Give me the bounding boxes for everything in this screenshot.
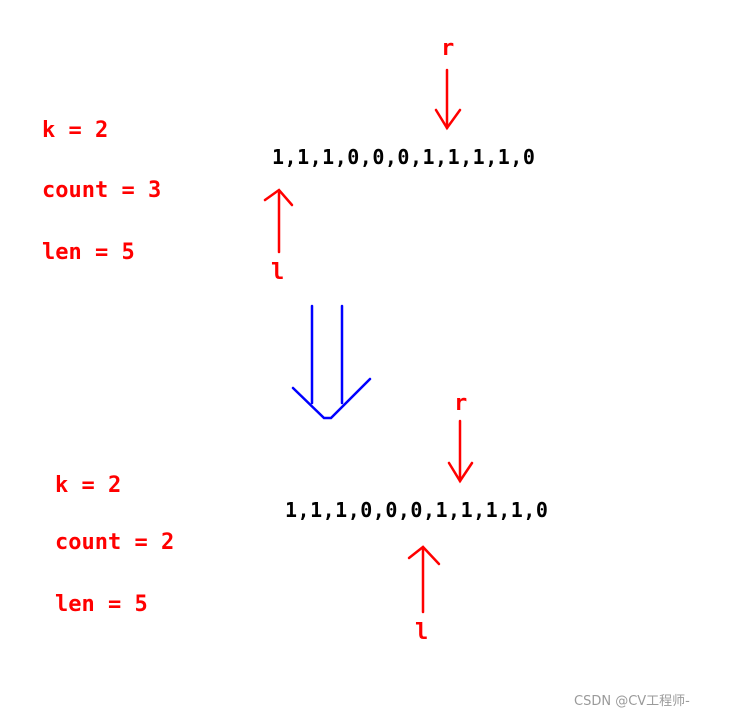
after-right-pointer-arrow-icon xyxy=(447,419,474,484)
before-left-pointer-arrow-icon xyxy=(263,188,294,254)
double-down-arrow-icon xyxy=(291,304,372,420)
watermark: CSDN @CV工程师- xyxy=(574,694,690,709)
diagram-overlay xyxy=(263,68,474,614)
before-right-pointer-arrow-icon xyxy=(434,68,462,131)
after-left-pointer-arrow-icon xyxy=(407,545,441,614)
